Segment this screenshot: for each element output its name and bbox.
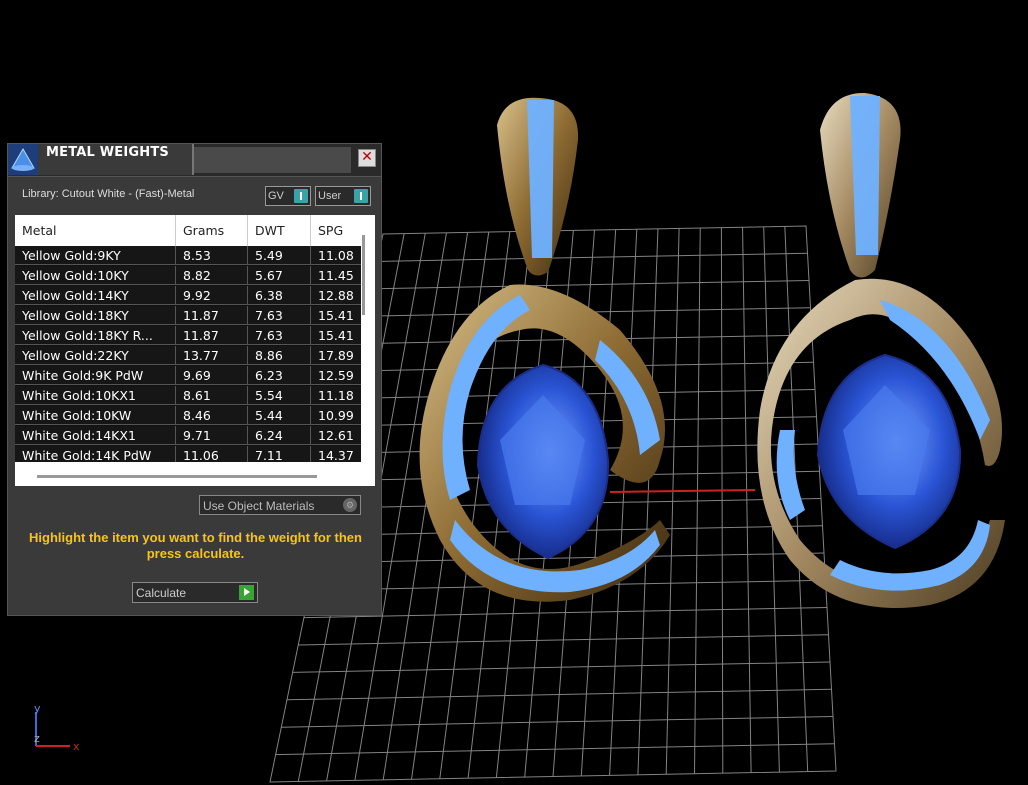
- cell-spg: 10.99: [318, 408, 354, 423]
- table-row[interactable]: White Gold:14K PdW 11.06 7.11 14.37: [15, 446, 361, 462]
- cell-dwt: 7.63: [248, 306, 311, 325]
- instruction-text: Highlight the item you want to find the …: [29, 530, 362, 561]
- cell-grams: 11.06: [176, 446, 248, 462]
- metal-weights-panel: METAL WEIGHTS ✕ Library: Cutout White - …: [7, 143, 382, 616]
- user-toggle-label: User: [318, 190, 342, 202]
- cell-metal: White Gold:10KX1: [15, 386, 176, 405]
- cell-metal: White Gold:14K PdW: [15, 446, 176, 462]
- cell-grams: 13.77: [176, 346, 248, 365]
- column-header-spg[interactable]: SPG: [311, 215, 361, 246]
- cell-metal: White Gold:10KW: [15, 406, 176, 425]
- cell-metal: Yellow Gold:18KY R...: [15, 326, 176, 345]
- panel-titlebar[interactable]: METAL WEIGHTS ✕: [8, 144, 381, 177]
- cell-grams: 11.87: [176, 326, 248, 345]
- cell-metal: Yellow Gold:9KY: [15, 246, 176, 265]
- vertical-scrollbar[interactable]: [362, 235, 365, 315]
- cell-grams: 8.82: [176, 266, 248, 285]
- cell-grams: 9.92: [176, 286, 248, 305]
- app-logo-icon: [8, 144, 38, 175]
- cell-dwt: 7.11: [248, 446, 311, 462]
- left-earring[interactable]: [419, 97, 670, 602]
- cell-spg: 11.08: [318, 248, 354, 263]
- axis-z-label: z: [34, 732, 40, 745]
- cell-dwt: 5.54: [248, 386, 311, 405]
- cell-spg: 15.41: [318, 308, 354, 323]
- panel-title: METAL WEIGHTS: [46, 145, 169, 160]
- cell-grams: 8.53: [176, 246, 248, 265]
- table-row[interactable]: White Gold:14KX1 9.71 6.24 12.61: [15, 426, 361, 445]
- table-body: Yellow Gold:9KY 8.53 5.49 11.08 Yellow G…: [15, 246, 361, 462]
- cell-metal: Yellow Gold:18KY: [15, 306, 176, 325]
- calculate-label: Calculate: [136, 586, 187, 600]
- cell-dwt: 6.24: [248, 426, 311, 445]
- play-icon: [239, 585, 254, 600]
- cell-metal: Yellow Gold:10KY: [15, 266, 176, 285]
- cell-dwt: 7.63: [248, 326, 311, 345]
- titlebar-fill: [194, 147, 351, 173]
- cell-grams: 9.69: [176, 366, 248, 385]
- cell-dwt: 8.86: [248, 346, 311, 365]
- cell-dwt: 5.49: [248, 246, 311, 265]
- metal-table[interactable]: Metal Grams DWT SPG Yellow Gold:9KY 8.53…: [15, 215, 375, 486]
- table-row[interactable]: Yellow Gold:14KY 9.92 6.38 12.88: [15, 286, 361, 305]
- table-row[interactable]: White Gold:10KW 8.46 5.44 10.99: [15, 406, 361, 425]
- table-row[interactable]: Yellow Gold:10KY 8.82 5.67 11.45: [15, 266, 361, 285]
- calculate-button[interactable]: Calculate: [132, 582, 258, 603]
- cell-grams: 11.87: [176, 306, 248, 325]
- horizontal-scrollbar[interactable]: [37, 475, 317, 478]
- user-toggle[interactable]: User: [315, 186, 371, 206]
- cell-spg: 11.45: [318, 268, 354, 283]
- table-row[interactable]: Yellow Gold:18KY 11.87 7.63 15.41: [15, 306, 361, 325]
- table-row[interactable]: Yellow Gold:9KY 8.53 5.49 11.08: [15, 246, 361, 265]
- axis-x-label: x: [73, 740, 80, 753]
- cell-grams: 9.71: [176, 426, 248, 445]
- axis-y-label: y: [34, 702, 41, 715]
- cell-dwt: 6.23: [248, 366, 311, 385]
- x-axis-line: [609, 489, 756, 493]
- toggle-knob-icon: [294, 189, 308, 203]
- column-header-dwt[interactable]: DWT: [248, 215, 311, 246]
- cell-spg: 14.37: [318, 448, 354, 462]
- use-object-materials-label: Use Object Materials: [203, 499, 315, 513]
- cell-spg: 12.61: [318, 428, 354, 443]
- table-row[interactable]: White Gold:10KX1 8.61 5.54 11.18: [15, 386, 361, 405]
- cell-spg: 12.59: [318, 368, 354, 383]
- column-header-grams[interactable]: Grams: [176, 215, 248, 246]
- cell-grams: 8.61: [176, 386, 248, 405]
- table-row[interactable]: Yellow Gold:18KY R... 11.87 7.63 15.41: [15, 326, 361, 345]
- table-row[interactable]: White Gold:9K PdW 9.69 6.23 12.59: [15, 366, 361, 385]
- column-header-metal[interactable]: Metal: [15, 215, 176, 246]
- library-label: Library: Cutout White - (Fast)-Metal: [22, 188, 195, 200]
- gv-toggle-label: GV: [268, 190, 284, 202]
- axis-triad: y z x: [34, 702, 80, 753]
- cell-metal: White Gold:9K PdW: [15, 366, 176, 385]
- cell-metal: Yellow Gold:22KY: [15, 346, 176, 365]
- close-icon[interactable]: ✕: [358, 149, 376, 167]
- gv-toggle[interactable]: GV: [265, 186, 311, 206]
- cell-spg: 15.41: [318, 328, 354, 343]
- cell-dwt: 5.67: [248, 266, 311, 285]
- cell-dwt: 6.38: [248, 286, 311, 305]
- cell-metal: Yellow Gold:14KY: [15, 286, 176, 305]
- use-object-materials-dropdown[interactable]: Use Object Materials ⚙: [199, 495, 361, 515]
- cell-grams: 8.46: [176, 406, 248, 425]
- toggle-knob-icon: [354, 189, 368, 203]
- cell-spg: 12.88: [318, 288, 354, 303]
- cell-dwt: 5.44: [248, 406, 311, 425]
- cell-spg: 17.89: [318, 348, 354, 363]
- cell-spg: 11.18: [318, 388, 354, 403]
- table-row[interactable]: Yellow Gold:22KY 13.77 8.86 17.89: [15, 346, 361, 365]
- cell-metal: White Gold:14KX1: [15, 426, 176, 445]
- right-earring[interactable]: [757, 92, 1005, 608]
- table-header: Metal Grams DWT SPG: [15, 215, 361, 246]
- gear-icon: ⚙: [343, 498, 357, 512]
